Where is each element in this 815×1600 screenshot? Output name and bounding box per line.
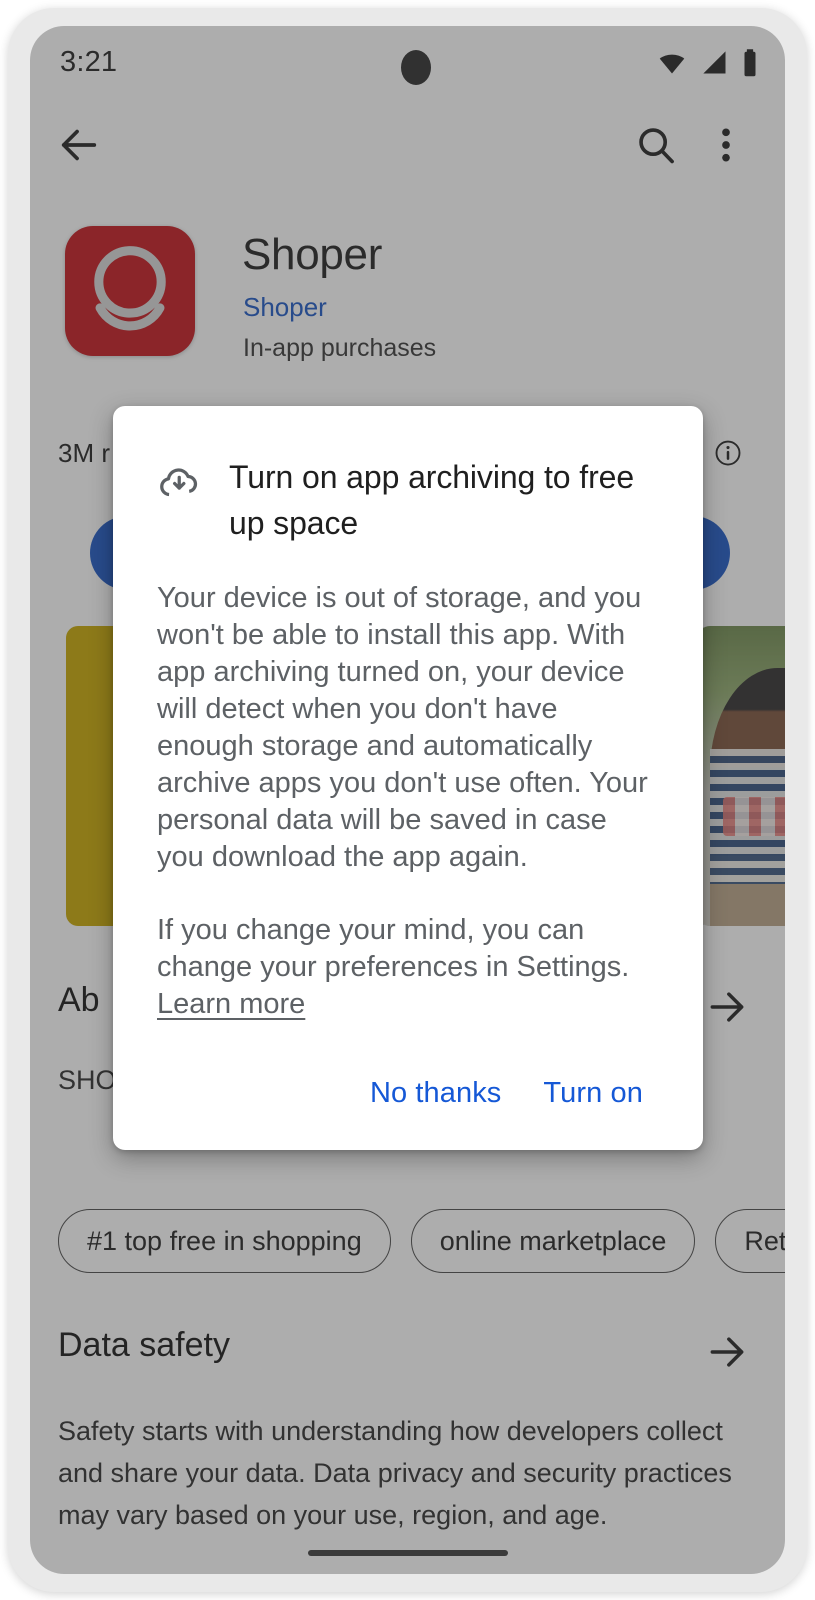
app-archiving-dialog: Turn on app archiving to free up space Y… (113, 406, 703, 1150)
no-thanks-button[interactable]: No thanks (354, 1063, 517, 1124)
dialog-paragraph-secondary: If you change your mind, you can change … (157, 914, 630, 983)
dialog-title: Turn on app archiving to free up space (229, 459, 635, 541)
phone-screen: 3:21 Shoper Shoper In-app purchases 3M r… (30, 26, 785, 1574)
turn-on-button[interactable]: Turn on (527, 1063, 659, 1124)
dialog-action-row: No thanks Turn on (157, 1063, 659, 1124)
dialog-paragraph-primary: Your device is out of storage, and you w… (157, 582, 648, 873)
phone-frame: 3:21 Shoper Shoper In-app purchases 3M r… (8, 8, 807, 1592)
learn-more-link[interactable]: Learn more (157, 986, 305, 1023)
dialog-header: Turn on app archiving to free up space (157, 454, 659, 546)
dialog-body: Your device is out of storage, and you w… (157, 580, 659, 1023)
cloud-download-icon (157, 459, 203, 510)
